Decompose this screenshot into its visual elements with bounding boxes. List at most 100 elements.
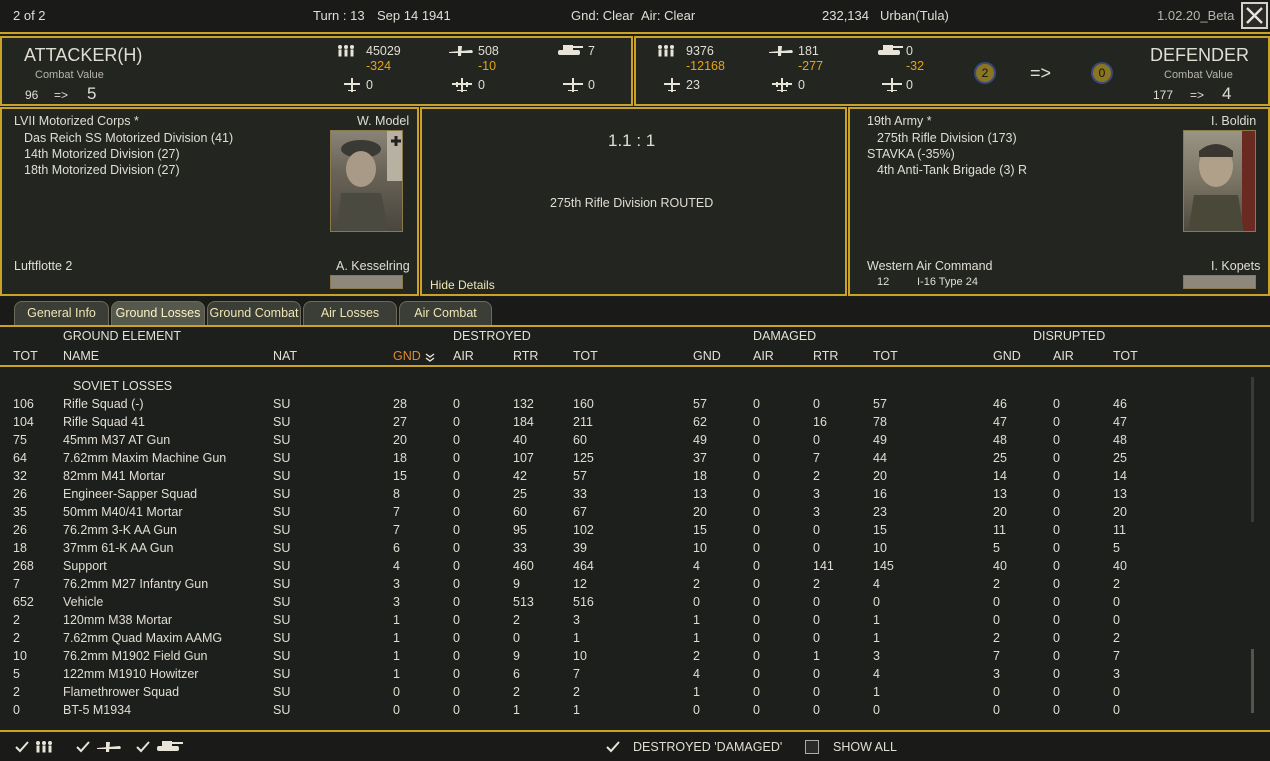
table-row[interactable]: 5 122mm M1910 Howitzer SU 1 0 6 7 4 0 0 4 3 0 3 [0,667,1240,685]
table-row[interactable]: 26 Engineer-Sapper Squad SU 8 0 25 33 13 0 3 16 13 0… [0,487,1240,505]
col-nat-header[interactable]: NAT [273,349,297,363]
sort-descending-icon[interactable] [425,353,435,363]
col-destroyed-rtr-header[interactable]: RTR [513,349,538,363]
cell-damaged-air: 0 [753,541,760,555]
checkbox-tanks[interactable] [135,740,151,754]
tab-air-losses[interactable]: Air Losses [303,301,397,325]
table-row[interactable]: 106 Rifle Squad (-) SU 28 0 132 160 57 0 0 57 46 0 46 [0,397,1240,415]
attacker-air-hq[interactable]: Luftflotte 2 [14,259,72,273]
defender-title: DEFENDER [1150,45,1250,65]
cell-damaged-air: 0 [753,649,760,663]
transport-icon [563,78,583,92]
cell-nat: SU [273,685,291,699]
defender-unit[interactable]: 4th Anti-Tank Brigade (3) R [877,163,1027,177]
col-destroyed-gnd-header[interactable]: GND [393,349,421,363]
table-row[interactable]: 32 82mm M41 Mortar SU 15 0 42 57 18 0 2 20 14 0 14 [0,469,1240,487]
defender-air-leader[interactable]: I. Kopets [1211,259,1260,273]
attacker-unit[interactable]: 18th Motorized Division (27) [24,163,180,177]
table-row[interactable]: 2 Flamethrower Squad SU 0 0 2 2 1 0 0 1 0 0 0 [0,685,1240,703]
defender-hq[interactable]: 19th Army * [867,114,932,128]
col-destroyed-air-header[interactable]: AIR [453,349,474,363]
cell-destroyed-tot: 2 [573,685,580,699]
defender-air-hq[interactable]: Western Air Command [867,259,993,273]
col-tot-header[interactable]: TOT [13,349,38,363]
defender-unit[interactable]: 275th Rifle Division (173) [877,131,1017,145]
col-damaged-air-header[interactable]: AIR [753,349,774,363]
table-row[interactable]: 7 76.2mm M27 Infantry Gun SU 3 0 9 12 2 0 2 4 2 0 2 [0,577,1240,595]
col-disrupted-gnd-header[interactable]: GND [993,349,1021,363]
cell-destroyed-gnd: 1 [393,649,400,663]
tab-air-combat[interactable]: Air Combat [399,301,492,325]
attacker-unit[interactable]: Das Reich SS Motorized Division (41) [24,131,233,145]
cell-destroyed-air: 0 [453,631,460,645]
scrollbar-track[interactable] [1251,377,1254,522]
plane-icon [769,46,793,56]
cell-nat: SU [273,505,291,519]
cell-disrupted-tot: 47 [1113,415,1127,429]
bomber-icon [452,78,472,92]
tab-ground-combat[interactable]: Ground Combat [207,301,301,325]
col-disrupted-tot-header[interactable]: TOT [1113,349,1138,363]
table-row[interactable]: 75 45mm M37 AT Gun SU 20 0 40 60 49 0 0 49 48 0 48 [0,433,1240,451]
cell-damaged-air: 0 [753,433,760,447]
attacker-leader[interactable]: W. Model [357,114,409,128]
defender-leader-portrait[interactable] [1183,130,1256,232]
table-row[interactable]: 64 7.62mm Maxim Machine Gun SU 18 0 107 125 37 0… [0,451,1240,469]
table-row[interactable]: 2 120mm M38 Mortar SU 1 0 2 3 1 0 0 1 0 0 0 [0,613,1240,631]
defender-air-leader-portrait[interactable] [1183,275,1256,289]
cell-damaged-rtr: 3 [813,487,820,501]
table-row[interactable]: 26 76.2mm 3-K AA Gun SU 7 0 95 102 15 0 0 15 11 0 11 [0,523,1240,541]
cell-destroyed-air: 0 [453,469,460,483]
checkbox-planes[interactable] [75,740,91,754]
cell-disrupted-gnd: 0 [993,595,1000,609]
cell-name: Engineer-Sapper Squad [63,487,198,501]
checkbox-men[interactable] [14,740,30,754]
cell-damaged-tot: 4 [873,577,880,591]
cell-damaged-tot: 0 [873,595,880,609]
checkbox-destroyed-damaged[interactable] [605,740,621,754]
cell-destroyed-gnd: 18 [393,451,407,465]
cell-destroyed-tot: 211 [573,415,593,429]
cell-damaged-tot: 20 [873,469,887,483]
attacker-leader-portrait[interactable] [330,130,403,232]
cell-damaged-tot: 57 [873,397,887,411]
col-damaged-gnd-header[interactable]: GND [693,349,721,363]
cell-damaged-gnd: 4 [693,559,700,573]
attacker-unit[interactable]: 14th Motorized Division (27) [24,147,180,161]
hide-details-link[interactable]: Hide Details [430,278,495,292]
scrollbar-thumb[interactable] [1251,649,1254,713]
table-row[interactable]: 10 76.2mm M1902 Field Gun SU 1 0 9 10 2 0 1 3 7 0 7 [0,649,1240,667]
cell-disrupted-tot: 20 [1113,505,1127,519]
col-disrupted-air-header[interactable]: AIR [1053,349,1074,363]
col-name-header[interactable]: NAME [63,349,99,363]
attacker-air-leader[interactable]: A. Kesselring [336,259,410,273]
cell-nat: SU [273,559,291,573]
defender-unit[interactable]: STAVKA (-35%) [867,147,955,161]
col-damaged-tot-header[interactable]: TOT [873,349,898,363]
table-row[interactable]: 18 37mm 61-K AA Gun SU 6 0 33 39 10 0 0 10 5 0 5 [0,541,1240,559]
defender-air-type: I-16 Type 24 [917,276,978,288]
table-row[interactable]: 104 Rifle Squad 41 SU 27 0 184 211 62 0 16 78 47 0 47 [0,415,1240,433]
attacker-hq[interactable]: LVII Motorized Corps * [14,114,139,128]
defender-leader[interactable]: I. Boldin [1211,114,1256,128]
tab-ground-losses[interactable]: Ground Losses [111,301,205,325]
cell-damaged-air: 0 [753,631,760,645]
close-button[interactable] [1241,2,1268,29]
cell-damaged-air: 0 [753,595,760,609]
col-damaged-rtr-header[interactable]: RTR [813,349,838,363]
table-row[interactable]: 2 7.62mm Quad Maxim AAMG SU 1 0 0 1 1 0 0 1 2 0 2 [0,631,1240,649]
table-row[interactable]: 268 Support SU 4 0 460 464 4 0 141 145 40 0 40 [0,559,1240,577]
cell-disrupted-tot: 0 [1113,613,1120,627]
table-row[interactable]: 0 BT-5 M1934 SU 0 0 1 1 0 0 0 0 0 0 0 [0,703,1240,721]
col-destroyed-tot-header[interactable]: TOT [573,349,598,363]
table-row[interactable]: 652 Vehicle SU 3 0 513 516 0 0 0 0 0 0 0 [0,595,1240,613]
cell-disrupted-air: 0 [1053,523,1060,537]
table-row[interactable]: 35 50mm M40/41 Mortar SU 7 0 60 67 20 0 3 23 20 0 20 [0,505,1240,523]
group-damaged: DAMAGED [753,329,817,343]
cell-destroyed-rtr: 132 [513,397,534,411]
cell-disrupted-air: 0 [1053,649,1060,663]
attacker-air-leader-portrait[interactable] [330,275,403,289]
defender-summary: 9376 -12168 181 -277 0 -32 23 0 0 2 => 0… [634,36,1270,106]
tab-general-info[interactable]: General Info [14,301,109,325]
checkbox-show-all[interactable] [805,740,819,754]
